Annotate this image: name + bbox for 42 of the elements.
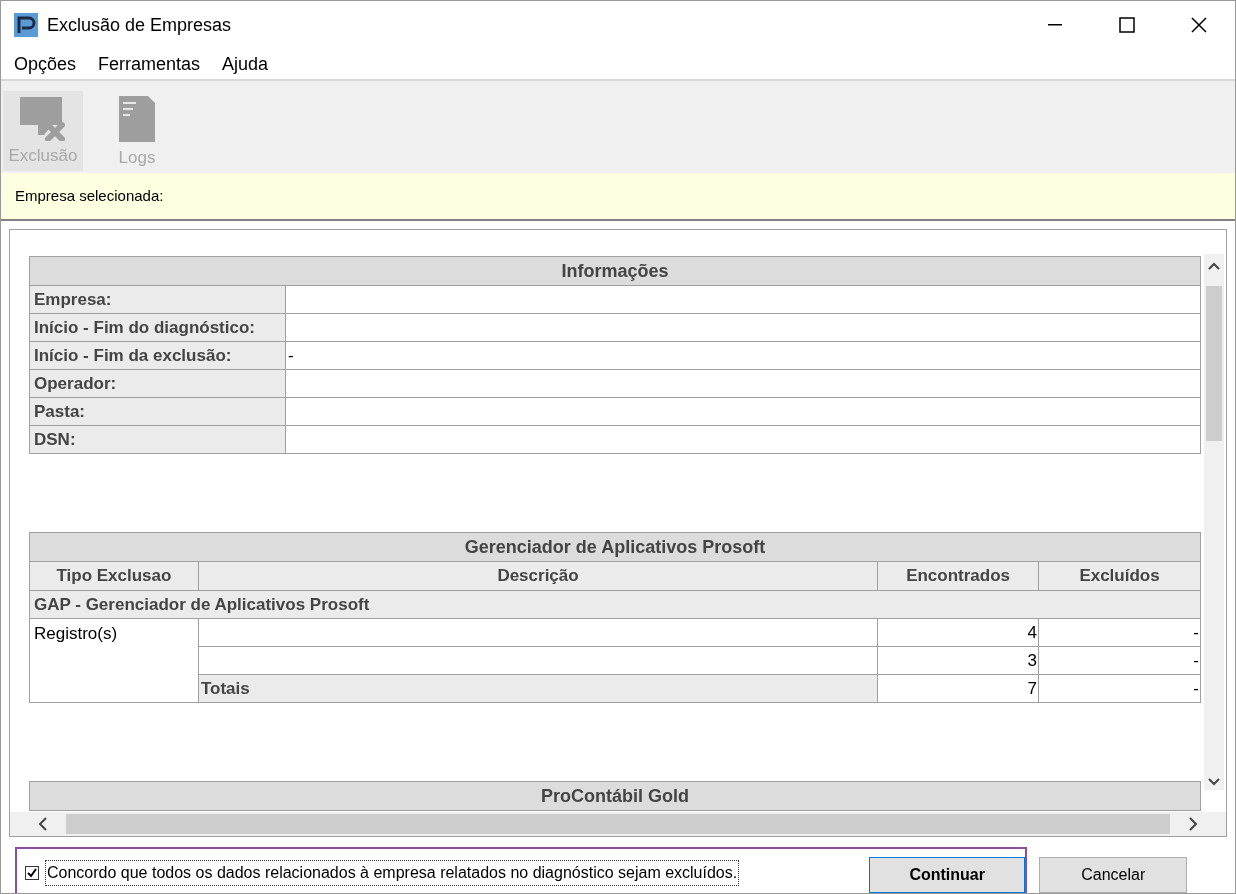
close-icon <box>1191 17 1207 33</box>
vertical-scrollbar[interactable] <box>1204 254 1224 790</box>
table-cell: - <box>1038 646 1201 675</box>
menu-item[interactable]: Opções <box>14 50 77 78</box>
table-cell: - <box>1038 674 1201 703</box>
table-cell: Operador: <box>29 369 286 398</box>
table-cell: 3 <box>877 646 1039 675</box>
scroll-thumb[interactable] <box>66 814 1170 834</box>
window-title: Exclusão de Empresas <box>47 13 232 37</box>
cancel-button[interactable]: Cancelar <box>1039 857 1188 893</box>
selected-company-label: Empresa selecionada: <box>15 185 164 206</box>
menu-item[interactable]: Ajuda <box>222 50 269 78</box>
maximize-icon <box>1119 17 1135 33</box>
scroll-thumb[interactable] <box>1206 286 1222 441</box>
table-cell: Empresa: <box>29 285 286 314</box>
column-header: Encontrados <box>877 561 1039 591</box>
table-cell: Início - Fim da exclusão: <box>29 341 286 370</box>
column-header: Excluídos <box>1038 561 1201 591</box>
table-cell: - <box>285 341 1201 370</box>
column-header: Descrição <box>198 561 878 591</box>
checkmark-icon <box>27 868 37 878</box>
table-cell: 7 <box>877 674 1039 703</box>
table-title: Gerenciador de Aplicativos Prosoft <box>29 532 1201 562</box>
continue-button[interactable]: Continuar <box>869 857 1026 893</box>
table-cell: Pasta: <box>29 397 286 426</box>
column-header: Tipo Exclusao <box>29 561 199 591</box>
table-cell: Registro(s) <box>29 618 199 703</box>
minimize-icon <box>1048 24 1062 26</box>
menu-item[interactable]: Ferramentas <box>98 50 201 78</box>
table-cell: Totais <box>198 674 878 703</box>
group-row: GAP - Gerenciador de Aplicativos Prosoft <box>29 590 1201 619</box>
table-cell: - <box>1038 618 1201 647</box>
table-cell: 4 <box>877 618 1039 647</box>
table-title: Informações <box>29 256 1201 286</box>
screen-x-icon <box>18 95 68 141</box>
table-cell: DSN: <box>29 425 286 454</box>
document-icon <box>118 95 156 143</box>
app-logo-icon <box>14 13 38 37</box>
table-title: ProContábil Gold <box>29 781 1201 811</box>
checkbox[interactable] <box>25 866 39 880</box>
horizontal-scrollbar[interactable] <box>10 812 1226 836</box>
table-cell: Início - Fim do diagnóstico: <box>29 313 286 342</box>
